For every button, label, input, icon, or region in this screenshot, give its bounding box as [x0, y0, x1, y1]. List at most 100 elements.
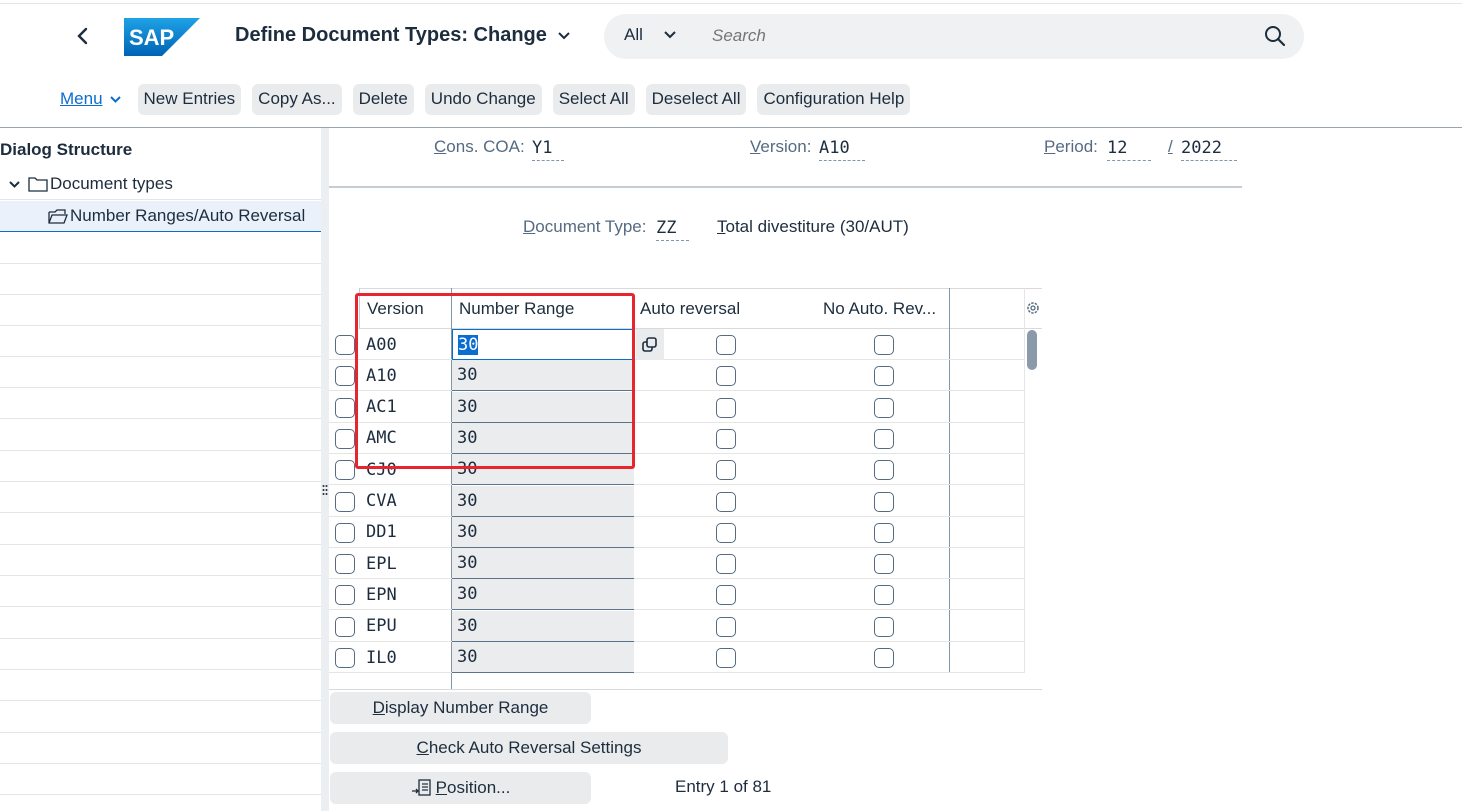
chevron-down-icon[interactable]: [8, 180, 21, 189]
table-row: DD1 30: [329, 516, 1024, 548]
vertical-scrollbar-thumb[interactable]: [1027, 330, 1037, 370]
empty-row: [0, 482, 321, 513]
deselect-all-button[interactable]: Deselect All: [645, 83, 747, 115]
search-scope-select[interactable]: All: [624, 25, 677, 45]
splitter-grip-icon[interactable]: [321, 484, 329, 501]
row-selector-checkbox[interactable]: [335, 397, 355, 418]
number-range-input[interactable]: 30: [452, 610, 634, 642]
cons-coa-field[interactable]: Y1: [532, 138, 564, 161]
auto-reversal-checkbox[interactable]: [716, 397, 736, 418]
check-auto-reversal-settings-button[interactable]: Check Auto Reversal Settings: [330, 732, 728, 764]
auto-reversal-checkbox[interactable]: [716, 491, 736, 512]
row-selector-checkbox[interactable]: [335, 554, 355, 575]
tree-item-number-ranges[interactable]: Number Ranges/Auto Reversal: [0, 201, 321, 232]
tree-item-document-types[interactable]: Document types: [0, 169, 321, 200]
annotation-highlight-box: [355, 293, 635, 469]
version-field[interactable]: A10: [819, 138, 865, 161]
menu-label: Menu: [60, 89, 103, 108]
number-range-input[interactable]: 30: [452, 548, 634, 580]
auto-reversal-checkbox[interactable]: [716, 585, 736, 606]
position-icon: [411, 779, 431, 796]
value-help-button[interactable]: [636, 329, 664, 360]
search-bar: All: [604, 14, 1304, 59]
position-button[interactable]: Position...: [330, 772, 591, 804]
sap-logo: SAP: [124, 18, 200, 56]
empty-row: [0, 702, 321, 733]
search-icon[interactable]: [1264, 25, 1286, 47]
number-range-value: 30: [457, 584, 478, 605]
no-auto-rev-checkbox[interactable]: [874, 428, 894, 449]
document-type-field[interactable]: ZZ: [656, 218, 689, 241]
row-selector-checkbox[interactable]: [335, 428, 355, 449]
table-row: EPN 30: [329, 579, 1024, 611]
delete-button[interactable]: Delete: [352, 83, 414, 115]
table-settings-gear-icon[interactable]: [1025, 300, 1041, 316]
empty-row: [0, 514, 321, 545]
version-cell: EPU: [366, 616, 397, 637]
select-all-button[interactable]: Select All: [552, 83, 635, 115]
configuration-help-button[interactable]: Configuration Help: [757, 83, 911, 115]
no-auto-rev-checkbox[interactable]: [874, 648, 894, 668]
period-label: Period:: [1044, 137, 1098, 156]
number-range-input[interactable]: 30: [452, 516, 634, 548]
no-auto-rev-checkbox[interactable]: [874, 616, 894, 637]
table-row: EPU 30: [329, 610, 1024, 642]
auto-reversal-checkbox[interactable]: [716, 616, 736, 637]
auto-reversal-checkbox[interactable]: [716, 428, 736, 449]
row-selector-checkbox[interactable]: [335, 460, 355, 481]
no-auto-rev-checkbox[interactable]: [874, 522, 894, 543]
new-entries-button[interactable]: New Entries: [137, 83, 242, 115]
auto-reversal-checkbox[interactable]: [716, 366, 736, 387]
no-auto-rev-checkbox[interactable]: [874, 491, 894, 512]
cons-coa-label: Cons. COA:: [434, 137, 525, 156]
version-cell: CVA: [366, 491, 397, 511]
search-input[interactable]: [712, 26, 1232, 46]
auto-reversal-checkbox[interactable]: [716, 522, 736, 543]
display-number-range-button[interactable]: Display Number Range: [330, 692, 591, 724]
number-range-input[interactable]: 30: [452, 579, 634, 611]
auto-reversal-checkbox[interactable]: [716, 648, 736, 668]
empty-row: [0, 420, 321, 451]
row-selector-checkbox[interactable]: [335, 335, 355, 355]
row-selector-checkbox[interactable]: [335, 585, 355, 606]
app-title-menu[interactable]: Define Document Types: Change: [235, 24, 571, 47]
row-selector-checkbox[interactable]: [335, 616, 355, 637]
no-auto-rev-checkbox[interactable]: [874, 554, 894, 575]
empty-row: [0, 670, 321, 701]
value-help-icon: [642, 336, 657, 352]
chevron-left-icon: [77, 27, 88, 45]
number-range-value: 30: [457, 521, 478, 542]
row-selector-checkbox[interactable]: [335, 648, 355, 668]
empty-row: [0, 608, 321, 639]
copy-as-button[interactable]: Copy As...: [252, 83, 342, 115]
column-header-no-auto-rev[interactable]: No Auto. Rev...: [815, 288, 949, 329]
empty-row: [0, 326, 321, 357]
empty-row: [0, 295, 321, 326]
no-auto-rev-checkbox[interactable]: [874, 585, 894, 606]
no-auto-rev-checkbox[interactable]: [874, 335, 894, 355]
no-auto-rev-checkbox[interactable]: [874, 366, 894, 387]
no-auto-rev-checkbox[interactable]: [874, 460, 894, 481]
row-selector-checkbox[interactable]: [335, 491, 355, 512]
menu-button[interactable]: Menu: [60, 89, 122, 109]
button-label: Check Auto Reversal Settings: [416, 738, 642, 757]
row-selector-checkbox[interactable]: [335, 366, 355, 387]
undo-change-button[interactable]: Undo Change: [424, 83, 542, 115]
row-selector-checkbox[interactable]: [335, 522, 355, 543]
year-field[interactable]: 2022: [1181, 138, 1237, 161]
number-range-value: 30: [457, 615, 478, 636]
no-auto-rev-checkbox[interactable]: [874, 397, 894, 418]
column-header-auto-reversal[interactable]: Auto reversal: [632, 288, 817, 329]
auto-reversal-checkbox[interactable]: [716, 335, 736, 355]
tree-item-label: Number Ranges/Auto Reversal: [70, 206, 306, 225]
auto-reversal-checkbox[interactable]: [716, 554, 736, 575]
period-field[interactable]: 12: [1107, 138, 1151, 161]
back-button[interactable]: [70, 22, 96, 50]
tree-item-label: Document types: [50, 174, 173, 193]
auto-reversal-checkbox[interactable]: [716, 460, 736, 481]
table-row: CVA 30: [329, 485, 1024, 517]
pane-splitter[interactable]: [321, 128, 329, 811]
number-range-input[interactable]: 30: [452, 485, 634, 517]
version-cell: EPN: [366, 584, 397, 605]
number-range-input[interactable]: 30: [452, 642, 634, 673]
